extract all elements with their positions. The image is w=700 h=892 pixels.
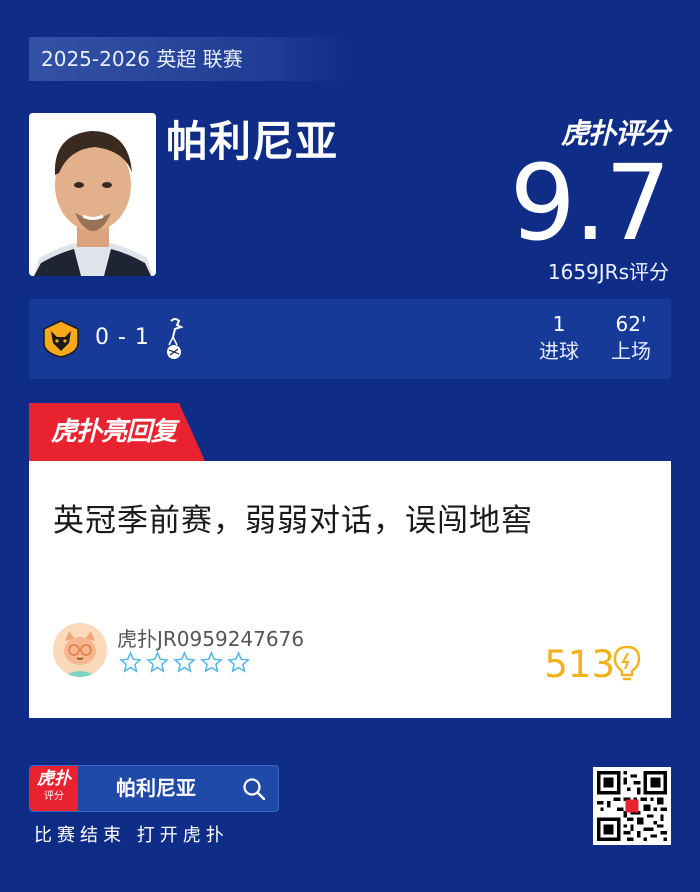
league-title: 2025-2026 英超 联赛 bbox=[29, 37, 349, 81]
reply-card[interactable]: 英冠季前赛，弱弱对话，误闯地窖 虎扑JR0959247676 513 bbox=[29, 461, 671, 718]
user-rating-stars bbox=[119, 651, 250, 674]
search-bar[interactable]: 虎扑 评分 帕利尼亚 bbox=[29, 765, 279, 812]
search-icon[interactable] bbox=[242, 777, 266, 801]
stat-goals-value: 1 bbox=[552, 312, 566, 336]
reply-text: 英冠季前赛，弱弱对话，误闯地窖 bbox=[53, 503, 533, 539]
star-icon bbox=[119, 651, 142, 673]
wolves-badge-icon bbox=[43, 320, 79, 358]
qr-code-icon bbox=[597, 771, 667, 841]
stat-minutes-value: 62' bbox=[615, 312, 647, 336]
player-portrait-icon bbox=[29, 113, 156, 276]
qr-code bbox=[593, 767, 671, 845]
stat-goals: 1 进球 bbox=[529, 311, 589, 365]
match-summary: 0 - 1 1 进球 62' 上场 bbox=[29, 299, 671, 379]
stat-minutes-label: 上场 bbox=[611, 339, 651, 363]
search-query: 帕利尼亚 bbox=[116, 776, 196, 800]
rating-count: 1659JRs评分 bbox=[547, 260, 669, 284]
tottenham-badge-icon bbox=[167, 318, 184, 359]
open-app-caption: 比赛结束 打开虎扑 bbox=[34, 825, 229, 846]
player-photo bbox=[29, 113, 156, 276]
star-icon bbox=[200, 651, 223, 673]
app-logo-text: 虎扑 bbox=[37, 769, 71, 789]
cartoon-avatar-icon bbox=[53, 623, 107, 677]
app-logo-sub: 评分 bbox=[44, 791, 64, 802]
rating-score: 9.7 bbox=[509, 142, 671, 264]
username[interactable]: 虎扑JR0959247676 bbox=[117, 623, 304, 652]
highlight-reply-tab: 虎扑亮回复 bbox=[29, 403, 205, 461]
star-icon bbox=[173, 651, 196, 673]
player-name: 帕利尼亚 bbox=[166, 117, 339, 166]
user-avatar[interactable] bbox=[53, 623, 107, 677]
star-icon bbox=[146, 651, 169, 673]
star-icon bbox=[227, 651, 250, 673]
match-score: 0 - 1 bbox=[95, 325, 150, 350]
stat-minutes: 62' 上场 bbox=[601, 311, 661, 365]
like-count: 513 bbox=[544, 643, 615, 686]
hupu-app-logo: 虎扑 评分 bbox=[30, 766, 78, 811]
stat-goals-label: 进球 bbox=[539, 339, 579, 363]
lightbulb-icon[interactable] bbox=[611, 644, 643, 684]
